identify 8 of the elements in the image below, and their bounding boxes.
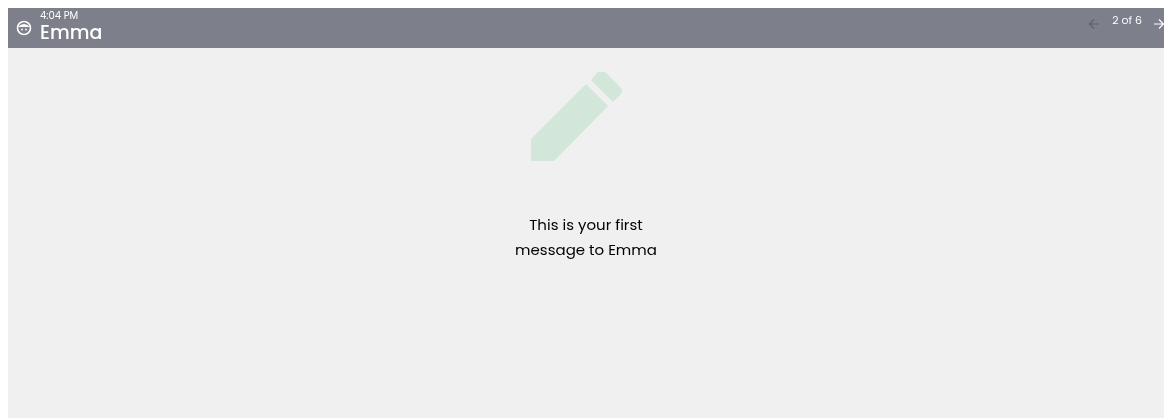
contact-name: Emma: [40, 21, 103, 45]
left-arrow-icon: [1088, 18, 1101, 30]
page-counter: 2 of 6: [1112, 12, 1142, 29]
next-button[interactable]: [1154, 18, 1164, 30]
right-arrow-icon: [1154, 18, 1164, 30]
face-icon: [16, 20, 32, 36]
empty-state-message: This is your first message to Emma: [514, 213, 658, 262]
message-time: 4:04 PM: [40, 11, 80, 22]
